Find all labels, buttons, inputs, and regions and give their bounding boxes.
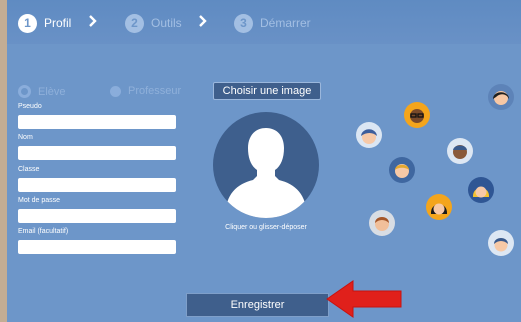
step-number: 3 — [234, 13, 253, 33]
step-label: Outils — [151, 16, 182, 30]
choose-image-button[interactable]: Choisir une image — [213, 82, 321, 100]
step-number: 2 — [125, 13, 144, 33]
red-arrow-pointer — [326, 280, 402, 318]
brunette-girl-icon — [494, 238, 508, 252]
step-label: Démarrer — [260, 16, 311, 30]
glasses-boy-icon — [410, 109, 424, 123]
avatar-choice-dark-skin-boy[interactable] — [447, 138, 473, 164]
avatar-choice-dark-haired-girl[interactable] — [426, 194, 452, 220]
role-eleve-radio[interactable]: Elève — [18, 85, 66, 98]
role-label: Professeur — [128, 85, 182, 97]
avatar-choice-blond-boy[interactable] — [389, 157, 415, 183]
email-label: Email (facultatif) — [18, 228, 69, 235]
dark-hair-girl-icon — [493, 91, 509, 105]
pseudo-input[interactable] — [18, 115, 176, 129]
profile-panel: 1 Profil 2 Outils 3 Démarrer Elève Profe… — [7, 0, 521, 322]
avatar-choice-glasses-boy[interactable] — [404, 102, 430, 128]
password-input[interactable] — [18, 209, 176, 223]
user-silhouette-icon — [225, 128, 307, 218]
brown-haired-boy-icon — [375, 217, 389, 231]
blonde-girl-icon — [472, 186, 490, 198]
radio-dot — [110, 85, 121, 97]
pseudo-label: Pseudo — [18, 103, 42, 110]
nom-label: Nom — [18, 134, 33, 141]
avatar-choice-blue-haired-kid[interactable] — [356, 122, 382, 148]
chevron-right-icon — [89, 15, 97, 27]
role-label: Elève — [38, 85, 66, 98]
role-professeur-radio[interactable]: Professeur — [110, 85, 181, 97]
step-profil[interactable]: 1 Profil — [18, 12, 71, 34]
password-label: Mot de passe — [18, 197, 61, 204]
step-bar: 1 Profil 2 Outils 3 Démarrer — [7, 0, 521, 44]
dark-skin-boy-icon — [453, 145, 467, 159]
nom-input[interactable] — [18, 146, 176, 160]
blue-haired-kid-icon — [361, 129, 377, 144]
step-outils[interactable]: 2 Outils — [125, 12, 182, 34]
chevron-right-icon — [199, 15, 207, 27]
blond-boy-icon — [395, 164, 409, 178]
avatar-choice-blonde-girl[interactable] — [468, 177, 494, 203]
step-number: 1 — [18, 13, 37, 33]
avatar-choice-brunette-girl[interactable] — [488, 230, 514, 256]
avatar-dropzone[interactable] — [213, 112, 319, 218]
save-button[interactable]: Enregistrer — [186, 293, 329, 317]
drop-hint: Cliquer ou glisser-déposer — [225, 224, 307, 231]
email-input[interactable] — [18, 240, 176, 254]
classe-label: Classe — [18, 166, 40, 173]
step-demarrer[interactable]: 3 Démarrer — [234, 12, 311, 34]
radio-dot — [18, 85, 31, 98]
avatar-choice-brown-haired-boy[interactable] — [369, 210, 395, 236]
dark-haired-girl-icon — [430, 203, 448, 215]
avatar-choice-dark-hair-girl[interactable] — [488, 84, 514, 110]
step-label: Profil — [44, 16, 72, 30]
classe-input[interactable] — [18, 178, 176, 192]
